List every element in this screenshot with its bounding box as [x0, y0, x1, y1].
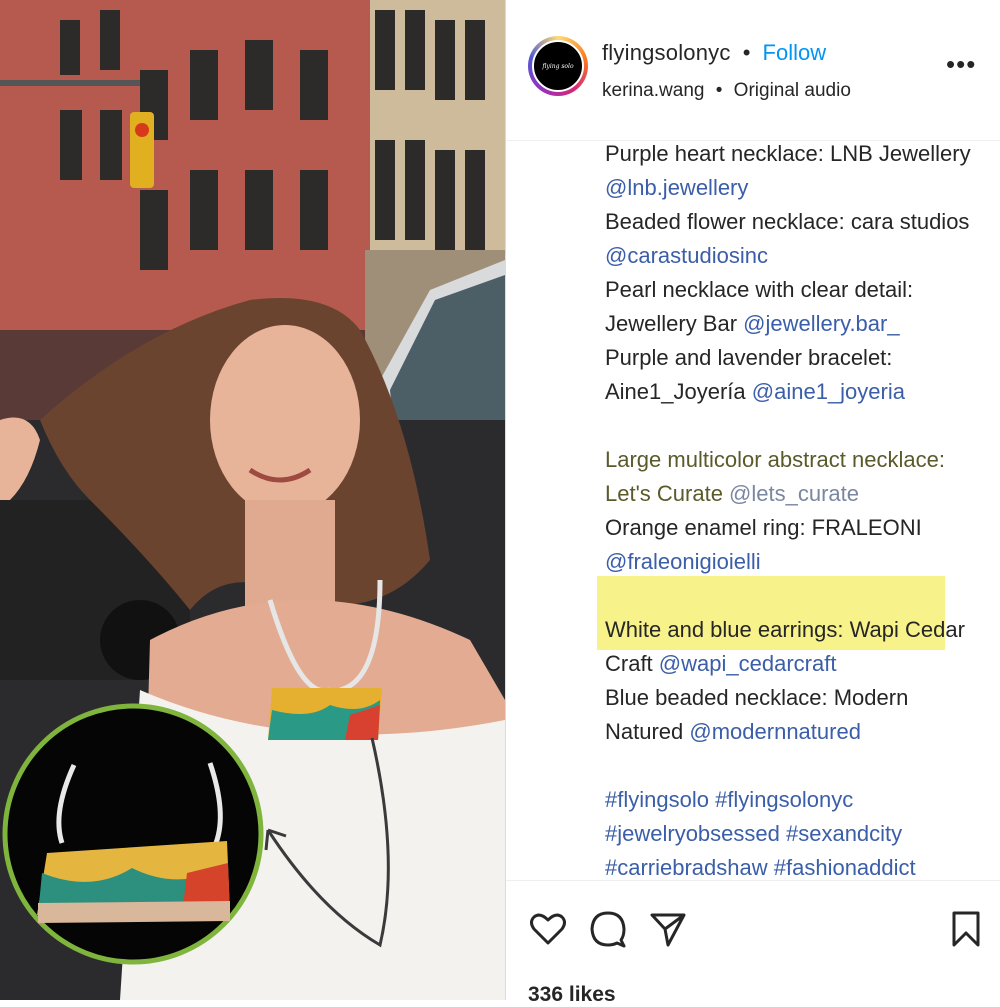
caption: Purple heart necklace: LNB Jewellery @lnb… — [506, 140, 1000, 880]
caption-text: Pearl necklace with clear detail: — [605, 277, 914, 302]
caption-line: #jewelryobsessed #sexandcity — [605, 820, 902, 848]
user-line: flyingsolonyc • Follow — [602, 40, 826, 66]
post-header: flying solo flyingsolonyc • Follow kerin… — [506, 0, 1000, 141]
caption-line: Purple heart necklace: LNB Jewellery — [605, 140, 971, 168]
caption-line: @fraleonigioielli — [605, 548, 761, 576]
hashtag-links[interactable]: #flyingsolo #flyingsolonyc — [605, 787, 853, 812]
comment-icon[interactable] — [588, 909, 628, 949]
mention-link[interactable]: @lets_curate — [729, 481, 859, 506]
necklace-closeup-inset — [2, 703, 264, 965]
caption-text: Craft — [605, 651, 659, 676]
caption-line: #flyingsolo #flyingsolonyc — [605, 786, 853, 814]
caption-text: Beaded flower necklace: cara studios — [605, 209, 970, 234]
hashtag-links[interactable]: #carriebradshaw #fashionaddict — [605, 855, 916, 880]
caption-line: Let's Curate @lets_curate — [605, 480, 859, 508]
caption-line: Aine1_Joyería @aine1_joyeria — [605, 378, 905, 406]
caption-line: Jewellery Bar @jewellery.bar_ — [605, 310, 900, 338]
caption-text: White and blue earrings: Wapi Cedar — [605, 617, 965, 642]
mention-link[interactable]: @modernnatured — [689, 719, 861, 744]
mention-link[interactable]: @jewellery.bar_ — [743, 311, 899, 336]
avatar-image: flying solo — [532, 40, 584, 92]
mention-link[interactable]: @wapi_cedarcraft — [659, 651, 837, 676]
audio-user-link[interactable]: kerina.wang — [602, 80, 704, 101]
caption-line: Blue beaded necklace: Modern — [605, 684, 908, 712]
caption-text: Purple heart necklace: LNB Jewellery — [605, 141, 971, 166]
caption-text: Jewellery Bar — [605, 311, 744, 336]
likes-count[interactable]: 336 likes — [528, 983, 616, 1007]
caption-line: White and blue earrings: Wapi Cedar — [605, 616, 965, 644]
action-bar: 336 likes — [506, 880, 1000, 1006]
follow-button[interactable]: Follow — [763, 40, 827, 65]
username-link[interactable]: flyingsolonyc — [602, 40, 731, 65]
caption-line: Pearl necklace with clear detail: — [605, 276, 913, 304]
caption-line: Beaded flower necklace: cara studios — [605, 208, 969, 236]
avatar[interactable]: flying solo — [528, 36, 588, 96]
hashtag-links[interactable]: #jewelryobsessed #sexandcity — [605, 821, 902, 846]
caption-text: Purple and lavender bracelet: — [605, 345, 893, 370]
separator-dot: • — [742, 40, 751, 65]
caption-line: @lnb.jewellery — [605, 174, 748, 202]
caption-line: Orange enamel ring: FRALEONI — [605, 514, 922, 542]
post-panel: flying solo flyingsolonyc • Follow kerin… — [505, 0, 1000, 1006]
caption-text: Aine1_Joyería — [605, 379, 752, 404]
save-bookmark-icon[interactable] — [946, 909, 986, 949]
caption-text: Orange enamel ring: FRALEONI — [605, 515, 922, 540]
separator-dot: • — [715, 80, 723, 101]
post-photo[interactable] — [0, 0, 505, 1000]
caption-line: Natured @modernnatured — [605, 718, 861, 746]
mention-link[interactable]: @fraleonigioielli — [605, 549, 761, 574]
mention-link[interactable]: @lnb.jewellery — [605, 175, 748, 200]
caption-line: Craft @wapi_cedarcraft — [605, 650, 836, 678]
caption-line: Purple and lavender bracelet: — [605, 344, 892, 372]
caption-line: #carriebradshaw #fashionaddict — [605, 854, 916, 880]
mention-link[interactable]: @aine1_joyeria — [752, 379, 905, 404]
caption-line: @carastudiosinc — [605, 242, 768, 270]
audio-line: kerina.wang • Original audio — [602, 80, 851, 102]
caption-text: Natured — [605, 719, 690, 744]
caption-text: Large multicolor abstract necklace: — [605, 447, 945, 472]
original-audio-link[interactable]: Original audio — [734, 80, 851, 101]
like-heart-icon[interactable] — [528, 909, 568, 949]
more-options-icon[interactable]: ••• — [946, 51, 976, 77]
caption-text: Let's Curate — [605, 481, 730, 506]
caption-line: Large multicolor abstract necklace: — [605, 446, 945, 474]
share-send-icon[interactable] — [648, 909, 688, 949]
caption-text: Blue beaded necklace: Modern — [605, 685, 909, 710]
mention-link[interactable]: @carastudiosinc — [605, 243, 768, 268]
